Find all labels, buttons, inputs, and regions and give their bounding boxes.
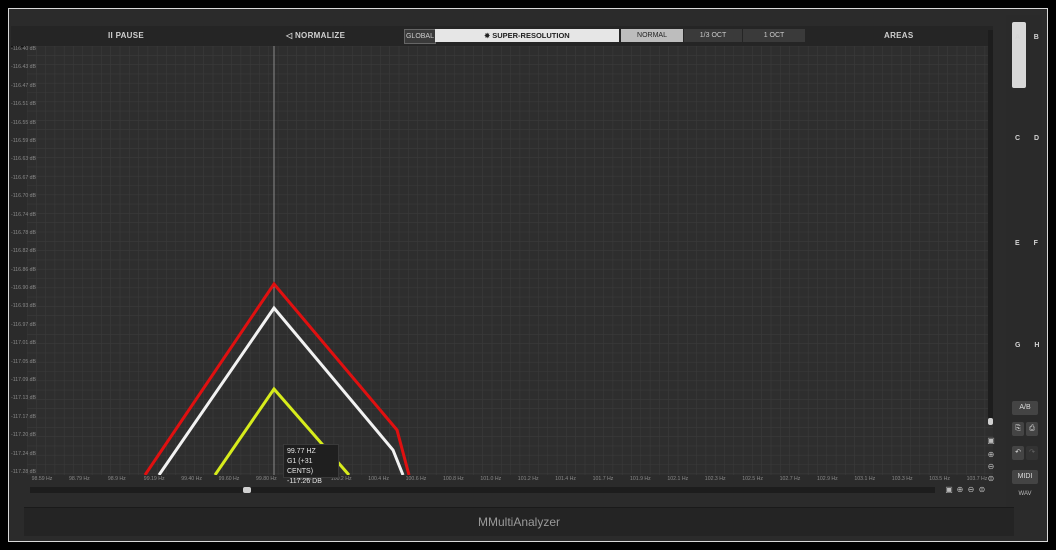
y-tick-label: -117.13 dB: [11, 395, 36, 402]
y-axis-labels: -116.40 dB -116.43 dB -116.47 dB -116.51 dB…: [11, 46, 65, 475]
x-tick-label: 101.4 Hz: [555, 476, 576, 482]
super-resolution-button[interactable]: ✸ SUPER-RESOLUTION: [435, 29, 619, 42]
x-tick-label: 102.7 Hz: [779, 476, 801, 482]
slot-gh[interactable]: G H: [1015, 342, 1045, 349]
y-tick-label: -116.47 dB: [11, 82, 36, 89]
tooltip-note: G1 (+31 CENTS): [287, 458, 314, 475]
normalize-button[interactable]: ◁ NORMALIZE: [286, 26, 345, 46]
slot-selector[interactable]: [1012, 22, 1026, 88]
third-oct-button[interactable]: 1/3 OCT: [684, 29, 742, 42]
zoom-out-icon[interactable]: ⊖: [986, 462, 996, 472]
y-tick-label: -117.24 dB: [11, 450, 36, 457]
x-tick-label: 99.60 Hz: [218, 476, 240, 482]
x-tick-label: 102.1 Hz: [667, 476, 689, 482]
paste-icon[interactable]: ⎙: [1026, 422, 1038, 436]
x-tick-label: 101.0 Hz: [480, 476, 502, 482]
horizontal-scrollbar[interactable]: [30, 487, 935, 493]
y-tick-label: -116.86 dB: [11, 266, 36, 273]
y-tick-label: -116.43 dB: [11, 64, 36, 71]
h-zoom-reset-icon[interactable]: ⊜: [977, 485, 987, 495]
y-tick-label: -116.90 dB: [11, 285, 36, 292]
y-tick-label: -117.05 dB: [11, 358, 36, 365]
horizontal-scroll-thumb[interactable]: [243, 487, 251, 493]
x-tick-label: 98.9 Hz: [107, 476, 126, 482]
x-tick-label: 102.5 Hz: [742, 476, 763, 482]
slot-ab[interactable]: A B: [1015, 34, 1045, 41]
tooltip-level: -117.26 DB: [287, 478, 322, 485]
x-tick-label: 103.3 Hz: [891, 476, 913, 482]
global-button[interactable]: GLOBAL: [404, 29, 436, 44]
y-tick-label: -116.93 dB: [11, 303, 36, 310]
x-tick-label: 103.1 Hz: [854, 476, 876, 482]
x-tick-label: 101.9 Hz: [630, 476, 651, 482]
h-lock-icon[interactable]: ▣: [944, 485, 954, 495]
cursor-tooltip: 99.77 HZ G1 (+31 CENTS) -117.26 DB: [283, 444, 339, 485]
x-tick-label: 99.40 Hz: [181, 476, 202, 482]
lock-icon[interactable]: ▣: [986, 436, 996, 446]
x-tick-label: 103.7 Hz: [966, 476, 988, 482]
x-tick-label: 101.7 Hz: [592, 476, 614, 482]
y-tick-label: -116.40 dB: [11, 46, 36, 52]
toolbar: II PAUSE ◁ NORMALIZE GLOBAL ✸ SUPER-RESO…: [11, 26, 993, 47]
normal-button[interactable]: NORMAL: [621, 29, 683, 42]
x-tick-label: 102.3 Hz: [704, 476, 726, 482]
y-tick-label: -116.74 dB: [11, 211, 36, 218]
x-tick-label: 98.79 Hz: [69, 476, 90, 482]
x-tick-label: 98.59 Hz: [31, 476, 53, 482]
spectrum-plot[interactable]: [27, 46, 993, 475]
vertical-scroll-thumb[interactable]: [988, 418, 993, 425]
x-tick-label: 99.80 Hz: [256, 476, 277, 482]
y-tick-label: -117.28 dB: [11, 469, 36, 475]
super-resolution-label: SUPER-RESOLUTION: [492, 31, 570, 40]
h-zoom-in-icon[interactable]: ⊕: [955, 485, 965, 495]
y-tick-label: -116.63 dB: [11, 156, 36, 163]
y-tick-label: -116.82 dB: [11, 248, 36, 255]
x-tick-label: 102.9 Hz: [817, 476, 838, 482]
y-tick-label: -117.01 dB: [11, 340, 36, 347]
y-tick-label: -116.51 dB: [11, 101, 36, 108]
y-tick-label: -117.20 dB: [11, 432, 36, 439]
y-tick-label: -117.17 dB: [11, 413, 36, 420]
one-oct-button[interactable]: 1 OCT: [743, 29, 805, 42]
copy-icon[interactable]: ⎘: [1012, 422, 1024, 436]
grid-lines: [27, 46, 993, 475]
slot-cd[interactable]: C D: [1015, 135, 1045, 142]
sparkle-icon: ✸: [484, 33, 491, 40]
redo-icon[interactable]: ↷: [1026, 446, 1038, 460]
x-tick-label: 100.4 Hz: [368, 476, 389, 482]
spectrum-graph[interactable]: [27, 46, 993, 475]
wav-button[interactable]: WAV: [1012, 487, 1038, 501]
x-tick-label: 100.6 Hz: [405, 476, 427, 482]
x-tick-label: 99.19 Hz: [143, 476, 165, 482]
tooltip-frequency: 99.77 HZ: [287, 448, 316, 455]
zoom-in-icon[interactable]: ⊕: [986, 450, 996, 460]
zoom-reset-icon[interactable]: ⊜: [986, 474, 996, 484]
x-tick-label: 101.2 Hz: [517, 476, 539, 482]
x-tick-label: 103.5 Hz: [929, 476, 950, 482]
pause-button[interactable]: II PAUSE: [108, 26, 144, 46]
areas-button[interactable]: AREAS: [884, 26, 914, 46]
y-tick-label: -116.70 dB: [11, 193, 36, 200]
y-tick-label: -116.59 dB: [11, 137, 36, 144]
y-tick-label: -117.09 dB: [11, 377, 36, 384]
x-tick-label: 100.8 Hz: [443, 476, 464, 482]
slot-ef[interactable]: E F: [1015, 240, 1044, 247]
y-tick-label: -116.97 dB: [11, 321, 36, 328]
app-title: MMultiAnalyzer: [477, 515, 561, 529]
bottom-bar: MMultiAnalyzer: [24, 507, 1014, 536]
vertical-scrollbar[interactable]: [988, 30, 993, 425]
h-zoom-out-icon[interactable]: ⊖: [966, 485, 976, 495]
undo-icon[interactable]: ↶: [1012, 446, 1024, 460]
y-tick-label: -116.55 dB: [11, 119, 36, 126]
ab-button[interactable]: A/B: [1012, 401, 1038, 415]
midi-button[interactable]: MIDI: [1012, 470, 1038, 484]
y-tick-label: -116.78 dB: [11, 229, 36, 236]
y-tick-label: -116.67 dB: [11, 174, 36, 181]
